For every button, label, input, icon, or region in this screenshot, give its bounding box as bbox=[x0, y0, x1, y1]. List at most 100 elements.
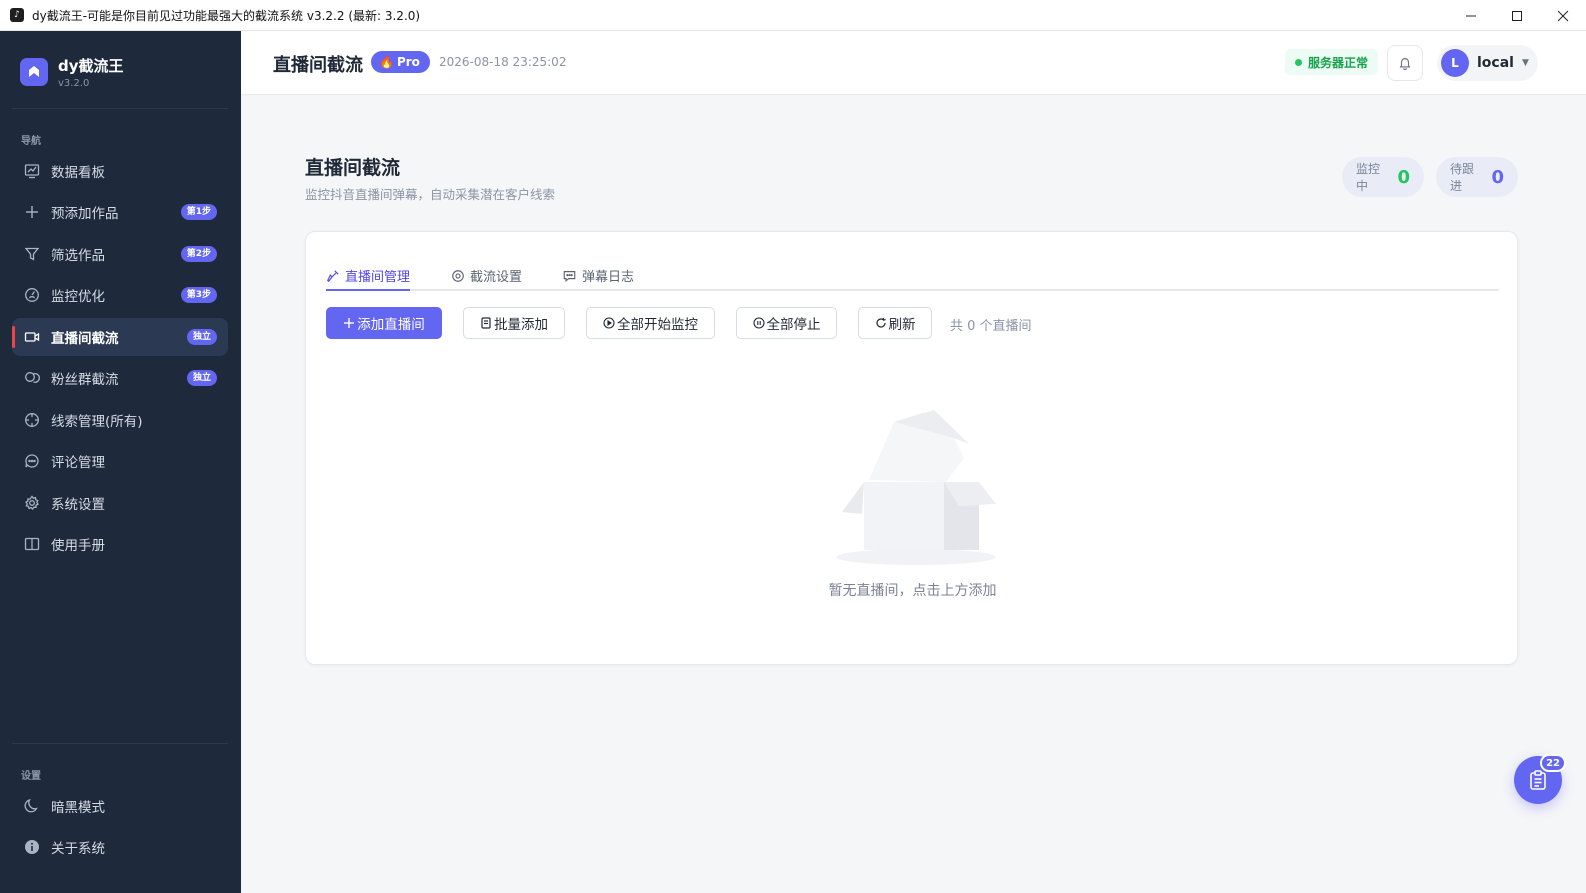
empty-box-illustration bbox=[836, 410, 996, 565]
sidebar-item-label: 筛选作品 bbox=[51, 248, 105, 264]
maximize-button[interactable] bbox=[1494, 0, 1540, 31]
start-all-monitoring-button[interactable]: 全部开始监控 bbox=[586, 307, 715, 339]
tab-danmaku-log[interactable]: 弹幕日志 bbox=[562, 262, 634, 289]
pro-label: Pro bbox=[396, 55, 420, 69]
book-icon bbox=[23, 535, 41, 553]
tab-bar: 直播间管理 截流设置 弹幕日志 bbox=[326, 256, 1499, 291]
tab-label: 直播间管理 bbox=[345, 270, 411, 285]
floating-task-button[interactable]: 22 bbox=[1514, 754, 1566, 804]
sidebar-item-live-room[interactable]: 直播间截流 独立 bbox=[12, 318, 228, 356]
button-label: 添加直播间 bbox=[357, 317, 425, 333]
moon-icon bbox=[23, 797, 41, 815]
tab-label: 截流设置 bbox=[470, 270, 523, 285]
window-titlebar: ♪ dy截流王-可能是你目前见过功能最强大的截流系统 v3.2.2 (最新: 3… bbox=[0, 0, 1586, 31]
close-button[interactable] bbox=[1540, 0, 1586, 31]
batch-add-button[interactable]: 批量添加 bbox=[463, 307, 565, 339]
app-icon: ♪ bbox=[10, 8, 24, 22]
stat-monitoring: 监控中 0 bbox=[1342, 157, 1424, 197]
stat-value: 0 bbox=[1397, 166, 1410, 188]
add-live-room-button[interactable]: 添加直播间 bbox=[326, 307, 442, 339]
room-count: 共 0 个直播间 bbox=[950, 319, 1032, 334]
step-badge: 第2步 bbox=[180, 246, 217, 262]
independent-badge: 独立 bbox=[186, 370, 217, 386]
play-circle-icon bbox=[603, 317, 615, 329]
maximize-icon bbox=[1512, 10, 1522, 21]
plus-icon bbox=[23, 203, 41, 221]
document-icon bbox=[480, 317, 492, 329]
live-room-card: 直播间管理 截流设置 弹幕日志 添加直播间 批量添加 全部开始监控 全部停止 刷… bbox=[305, 231, 1518, 665]
stat-label: 监控中 bbox=[1356, 162, 1381, 193]
tab-label: 弹幕日志 bbox=[582, 270, 635, 285]
sidebar-item-filter-works[interactable]: 筛选作品 第2步 bbox=[12, 235, 228, 273]
settings-section-label: 设置 bbox=[21, 771, 41, 782]
pause-circle-icon bbox=[752, 317, 765, 329]
sidebar-divider bbox=[12, 743, 228, 744]
current-datetime: 2026-08-18 23:25:02 bbox=[439, 55, 567, 69]
sidebar-item-label: 线索管理(所有) bbox=[51, 414, 143, 430]
group-chat-icon bbox=[23, 369, 41, 387]
target-icon bbox=[23, 411, 41, 429]
section-subtitle: 监控抖音直播间弹幕，自动采集潜在客户线索 bbox=[305, 187, 556, 202]
button-label: 刷新 bbox=[888, 317, 916, 333]
sidebar-item-settings[interactable]: 系统设置 bbox=[12, 484, 228, 522]
info-icon bbox=[23, 838, 41, 856]
independent-badge: 独立 bbox=[186, 329, 217, 345]
button-label: 批量添加 bbox=[494, 317, 548, 333]
brand-version: v3.2.0 bbox=[58, 78, 90, 89]
sidebar-item-label: 暗黑模式 bbox=[51, 800, 105, 816]
bell-icon bbox=[1399, 58, 1411, 70]
comment-icon bbox=[23, 452, 41, 470]
sidebar-item-manual[interactable]: 使用手册 bbox=[12, 525, 228, 563]
user-name: local bbox=[1477, 55, 1514, 71]
stat-value: 0 bbox=[1491, 166, 1504, 188]
sidebar-item-leads[interactable]: 线索管理(所有) bbox=[12, 401, 228, 439]
sidebar-item-fan-group[interactable]: 粉丝群截流 独立 bbox=[12, 359, 228, 397]
server-status-text: 服务器正常 bbox=[1308, 55, 1369, 70]
sidebar-item-label: 使用手册 bbox=[51, 538, 105, 554]
caret-down-icon: ▼ bbox=[1521, 58, 1529, 68]
minimize-button[interactable] bbox=[1448, 0, 1494, 31]
chat-icon bbox=[562, 269, 577, 283]
user-menu[interactable]: L local ▼ bbox=[1437, 45, 1538, 81]
sidebar-item-dark-mode[interactable]: 暗黑模式 bbox=[12, 787, 228, 825]
avatar: L bbox=[1441, 49, 1469, 77]
window-title: dy截流王-可能是你目前见过功能最强大的截流系统 v3.2.2 (最新: 3.2… bbox=[32, 8, 421, 23]
close-icon bbox=[1557, 10, 1569, 21]
brand[interactable]: dy截流王 v3.2.0 bbox=[20, 55, 124, 89]
active-tab-indicator bbox=[326, 289, 410, 291]
minimize-icon bbox=[1466, 15, 1476, 16]
empty-message: 暂无直播间，点击上方添加 bbox=[828, 583, 997, 599]
plus-icon bbox=[343, 317, 355, 329]
notification-button[interactable] bbox=[1387, 45, 1423, 81]
sidebar-item-label: 粉丝群截流 bbox=[51, 372, 119, 388]
sidebar-item-label: 预添加作品 bbox=[51, 206, 119, 222]
sidebar-item-label: 直播间截流 bbox=[51, 331, 119, 347]
brand-name: dy截流王 bbox=[58, 57, 124, 75]
step-badge: 第3步 bbox=[180, 287, 217, 303]
server-status-badge: 服务器正常 bbox=[1285, 49, 1379, 75]
sidebar-item-dashboard[interactable]: 数据看板 bbox=[12, 152, 228, 190]
tab-intercept-settings[interactable]: 截流设置 bbox=[451, 262, 522, 289]
section-title: 直播间截流 bbox=[305, 157, 401, 179]
tab-live-room-management[interactable]: 直播间管理 bbox=[326, 262, 410, 289]
chart-icon bbox=[23, 162, 41, 180]
video-icon bbox=[23, 328, 41, 346]
gear-icon bbox=[23, 494, 41, 512]
sidebar-item-comments[interactable]: 评论管理 bbox=[12, 442, 228, 480]
sidebar-item-monitor-optimize[interactable]: 监控优化 第3步 bbox=[12, 276, 228, 314]
refresh-button[interactable]: 刷新 bbox=[858, 307, 932, 339]
sidebar-item-pre-add-works[interactable]: 预添加作品 第1步 bbox=[12, 193, 228, 231]
stat-label: 待跟进 bbox=[1450, 162, 1475, 193]
top-header: 直播间截流 🔥 Pro 2026-08-18 23:25:02 服务器正常 L … bbox=[241, 31, 1586, 95]
stat-pending: 待跟进 0 bbox=[1436, 157, 1518, 197]
pro-badge: 🔥 Pro bbox=[371, 51, 430, 73]
sidebar-item-label: 系统设置 bbox=[51, 497, 105, 513]
sidebar-divider bbox=[12, 108, 228, 109]
sidebar-item-label: 数据看板 bbox=[51, 165, 105, 181]
window-controls bbox=[1448, 0, 1586, 31]
page-title: 直播间截流 bbox=[273, 55, 363, 76]
sidebar-item-label: 关于系统 bbox=[51, 841, 105, 857]
sidebar-item-about[interactable]: 关于系统 bbox=[12, 828, 228, 866]
stop-all-button[interactable]: 全部停止 bbox=[736, 307, 837, 339]
filter-icon bbox=[23, 245, 41, 263]
